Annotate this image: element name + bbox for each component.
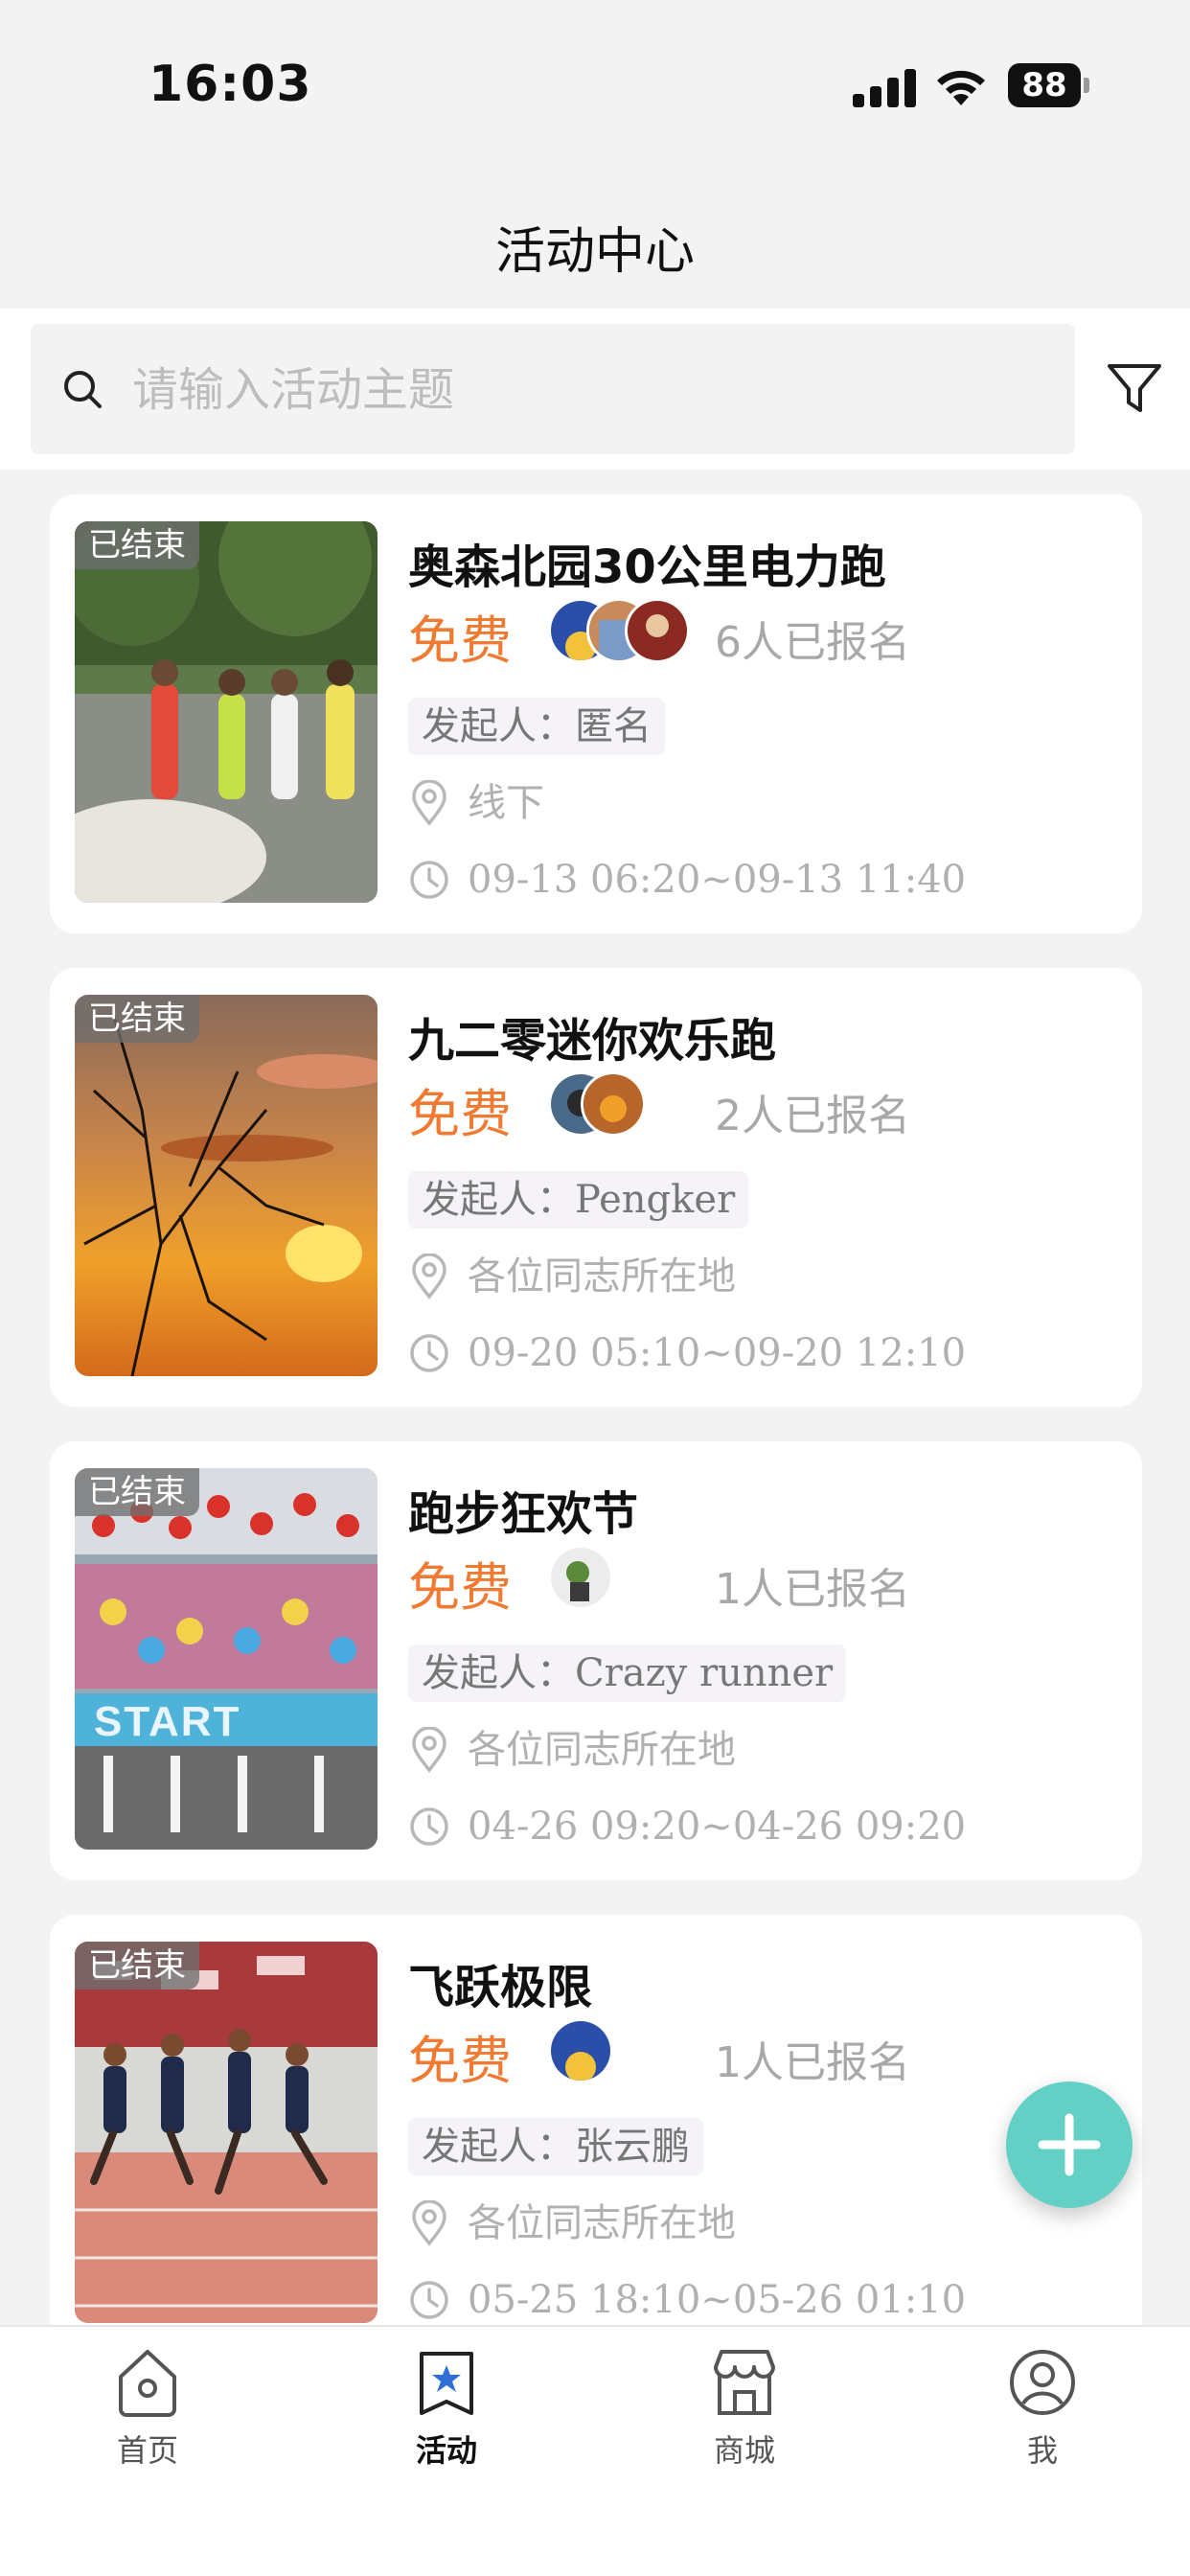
page-header: 活动中心 (0, 163, 1190, 309)
organizer-tag: 发起人：Pengker (408, 1171, 749, 1229)
avatar (625, 598, 690, 663)
clock-icon (410, 1807, 448, 1846)
activity-icon (420, 2352, 473, 2415)
activity-price: 免费 (408, 610, 512, 671)
clock-icon (410, 2281, 448, 2319)
ended-badge: 已结束 (75, 1942, 199, 1990)
activity-thumbnail: 已结束 START (75, 1468, 378, 1850)
activity-title: 九二零迷你欢乐跑 (408, 1014, 777, 1068)
participant-avatars (548, 1545, 692, 1610)
tab-label: 商城 (713, 2432, 775, 2469)
create-activity-button[interactable] (1006, 2082, 1133, 2208)
store-icon (714, 2350, 775, 2415)
time-text: 05-25 18:10~05-26 01:10 (468, 2278, 967, 2322)
location-pin-icon (412, 1254, 446, 1300)
location-text: 各位同志所在地 (468, 2201, 736, 2245)
activity-card[interactable]: 已结束 START 跑步狂欢节 免费 1人已报名 发起人：Crazy runne… (50, 1441, 1142, 1880)
search-input[interactable] (132, 356, 995, 424)
search-box[interactable] (31, 324, 1075, 454)
tab-label: 我 (1026, 2432, 1058, 2469)
clock-icon (410, 1334, 448, 1372)
activity-title: 奥森北园30公里电力跑 (408, 540, 886, 594)
activity-title: 飞跃极限 (408, 1961, 593, 2014)
participant-avatars (548, 598, 692, 663)
activity-price: 免费 (408, 1084, 512, 1144)
organizer-tag: 发起人：匿名 (408, 698, 665, 755)
organizer-tag: 发起人：Crazy runner (408, 1644, 847, 1702)
participant-avatars (548, 1071, 692, 1137)
battery-level: 88 (1008, 63, 1081, 107)
signup-count: 6人已报名 (715, 618, 910, 667)
avatar (548, 1545, 613, 1610)
filter-icon[interactable] (1106, 360, 1163, 418)
location-pin-icon (412, 2200, 446, 2246)
signup-count: 1人已报名 (715, 1565, 910, 1614)
activity-card[interactable]: 已结束 奥森北园30公里电力跑 免费 6人已报名 发起人：匿名 线下 09-13… (50, 494, 1142, 933)
tab-me[interactable]: 我 (947, 2346, 1138, 2490)
location-pin-icon (412, 1727, 446, 1773)
activity-price: 免费 (408, 1557, 512, 1618)
home-icon (119, 2350, 176, 2417)
tab-home[interactable]: 首页 (52, 2346, 243, 2490)
tab-label: 活动 (415, 2432, 477, 2469)
activity-thumbnail: 已结束 (75, 521, 378, 903)
battery-icon: 88 (1008, 63, 1090, 107)
signup-count: 1人已报名 (715, 2038, 910, 2087)
search-bar (0, 309, 1190, 470)
ended-badge: 已结束 (75, 521, 199, 569)
signal-icon (853, 69, 916, 107)
activity-thumbnail: 已结束 (75, 995, 378, 1376)
ended-badge: 已结束 (75, 995, 199, 1043)
activity-card[interactable]: 已结束 飞跃极限 免费 1人已报名 发起人：张云鹏 各位同志所在地 05-25 … (50, 1915, 1142, 2325)
time-text: 09-20 05:10~09-20 12:10 (468, 1331, 967, 1375)
signup-count: 2人已报名 (715, 1092, 910, 1140)
tab-label: 首页 (116, 2432, 178, 2469)
clock-icon (410, 861, 448, 899)
activity-list: 已结束 奥森北园30公里电力跑 免费 6人已报名 发起人：匿名 线下 09-13… (50, 494, 1142, 2325)
activity-card[interactable]: 已结束 九二零迷你欢乐跑 免费 2人已报名 发起人：Pengker 各位同志所在… (50, 968, 1142, 1407)
location-text: 线下 (468, 781, 544, 825)
time-text: 09-13 06:20~09-13 11:40 (468, 858, 967, 902)
location-text: 各位同志所在地 (468, 1728, 736, 1772)
page-title: 活动中心 (494, 223, 695, 281)
tab-activity[interactable]: 活动 (351, 2346, 542, 2490)
status-time: 16:03 (149, 56, 312, 113)
wifi-icon (937, 70, 985, 105)
search-icon (64, 371, 102, 408)
bottom-tab-bar: 首页 活动 商城 我 (0, 2325, 1190, 2576)
status-bar: 16:03 88 (0, 0, 1190, 163)
plus-icon (1038, 2113, 1101, 2176)
participant-avatars (548, 2018, 692, 2083)
time-text: 04-26 09:20~04-26 09:20 (468, 1805, 967, 1849)
activity-price: 免费 (408, 2031, 512, 2091)
start-banner-text: START (94, 1698, 241, 1745)
avatar (548, 2018, 613, 2083)
organizer-tag: 发起人：张云鹏 (408, 2118, 703, 2175)
location-pin-icon (412, 780, 446, 826)
tab-mall[interactable]: 商城 (649, 2346, 840, 2490)
activity-thumbnail: 已结束 (75, 1942, 378, 2323)
ended-badge: 已结束 (75, 1468, 199, 1516)
activity-title: 跑步狂欢节 (408, 1487, 639, 1541)
location-text: 各位同志所在地 (468, 1254, 736, 1299)
avatar (581, 1071, 646, 1137)
profile-icon (1010, 2350, 1075, 2415)
